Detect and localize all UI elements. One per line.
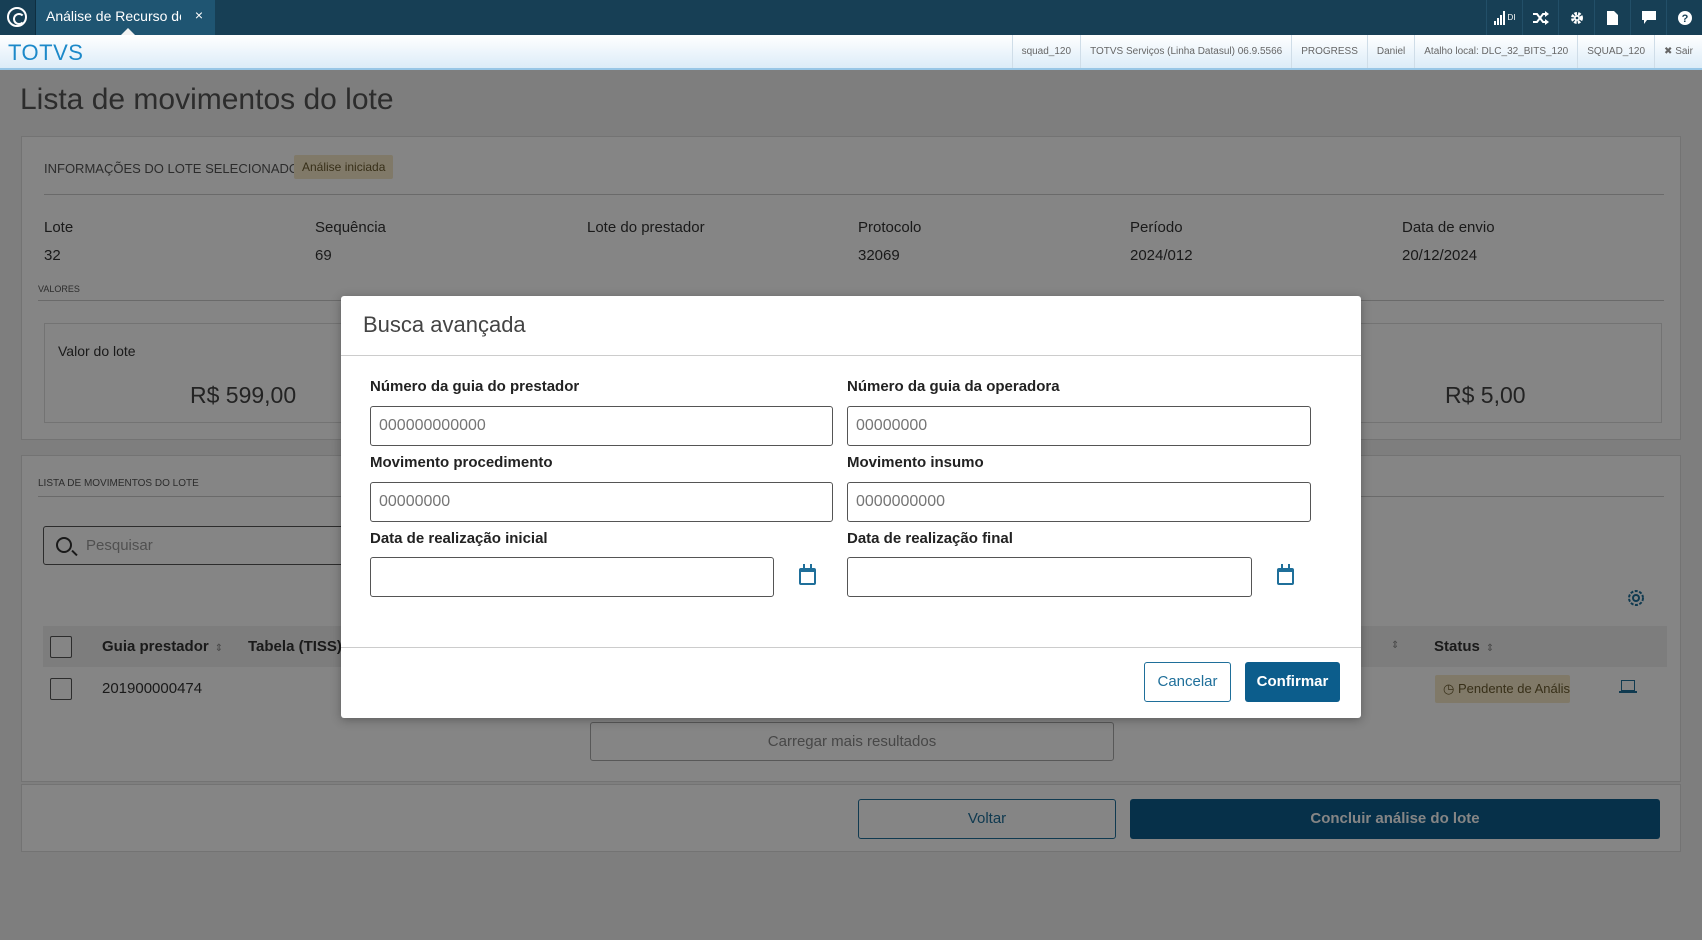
info-environment: squad_120: [1011, 35, 1081, 68]
field-label: Data de realização final: [847, 530, 1013, 547]
top-bar: Análise de Recurso de × DI ?: [0, 0, 1702, 35]
advanced-search-modal: Busca avançada Número da guia do prestad…: [341, 296, 1361, 718]
data-inicial-input[interactable]: [370, 557, 774, 597]
chat-icon[interactable]: [1630, 0, 1666, 35]
field-label: Movimento insumo: [847, 454, 984, 471]
calendar-icon[interactable]: [799, 564, 816, 585]
tab-pointer: [121, 28, 135, 35]
modal-title: Busca avançada: [363, 312, 526, 337]
guia-prestador-input[interactable]: [370, 406, 833, 446]
divider: [341, 355, 1361, 356]
session-info: squad_120 TOTVS Serviços (Linha Datasul)…: [1011, 35, 1702, 68]
gear-icon[interactable]: [1558, 0, 1594, 35]
info-product: TOTVS Serviços (Linha Datasul) 06.9.5566: [1080, 35, 1291, 68]
info-squad: SQUAD_120: [1577, 35, 1654, 68]
field-label: Movimento procedimento: [370, 454, 553, 471]
signal-icon[interactable]: DI: [1486, 0, 1522, 35]
brand-logo: TOTVS: [8, 40, 84, 65]
info-database: PROGRESS: [1291, 35, 1367, 68]
svg-text:?: ?: [1681, 13, 1688, 25]
data-final-input[interactable]: [847, 557, 1252, 597]
tab-analise-recurso[interactable]: Análise de Recurso de ×: [35, 0, 215, 35]
info-shortcut: Atalho local: DLC_32_BITS_120: [1414, 35, 1577, 68]
divider: [341, 647, 1361, 648]
cancel-button[interactable]: Cancelar: [1144, 662, 1231, 702]
signal-label: DI: [1507, 13, 1516, 22]
app-logo-icon[interactable]: [7, 7, 27, 27]
confirm-button[interactable]: Confirmar: [1245, 662, 1340, 702]
movimento-procedimento-input[interactable]: [370, 482, 833, 522]
movimento-insumo-input[interactable]: [847, 482, 1311, 522]
logout-button[interactable]: ✖ Sair: [1654, 35, 1702, 68]
shuffle-icon[interactable]: [1522, 0, 1558, 35]
top-icons: DI ?: [1486, 0, 1702, 35]
field-label: Número da guia da operadora: [847, 378, 1060, 395]
help-icon[interactable]: ?: [1666, 0, 1702, 35]
field-label: Data de realização inicial: [370, 530, 548, 547]
guia-operadora-input[interactable]: [847, 406, 1311, 446]
calendar-icon[interactable]: [1277, 564, 1294, 585]
info-bar: TOTVS squad_120 TOTVS Serviços (Linha Da…: [0, 35, 1702, 70]
field-label: Número da guia do prestador: [370, 378, 580, 395]
tab-title: Análise de Recurso de: [46, 8, 181, 24]
info-user: Daniel: [1366, 35, 1414, 68]
tab-close-icon[interactable]: ×: [195, 7, 203, 23]
document-icon[interactable]: [1594, 0, 1630, 35]
